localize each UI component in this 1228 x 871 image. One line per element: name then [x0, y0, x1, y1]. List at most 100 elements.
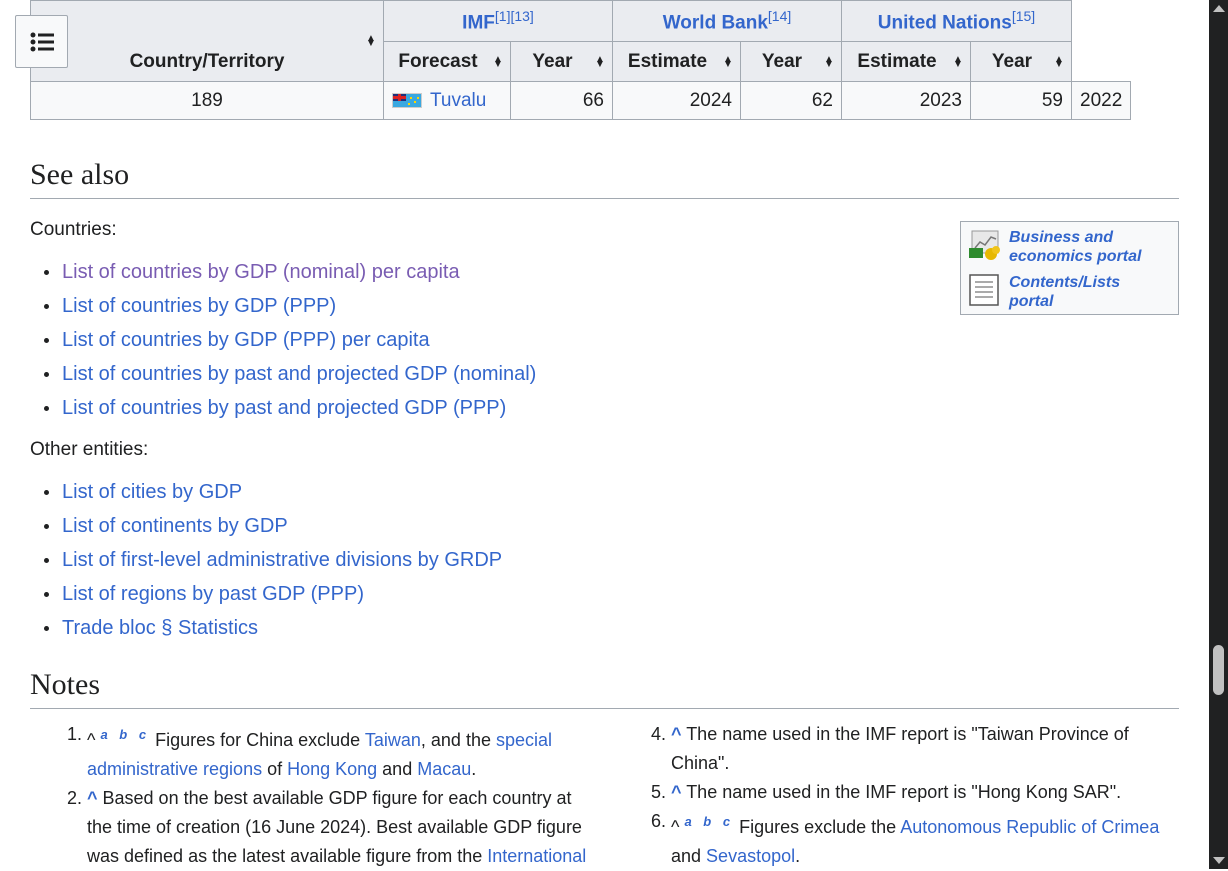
see-also-link[interactable]: List of cities by GDP: [62, 481, 242, 503]
portal-line: portal: [1009, 293, 1054, 310]
world-bank-refs[interactable]: [14]: [768, 8, 791, 24]
header-label: Estimate: [627, 50, 708, 72]
list-item: Trade bloc § Statistics: [43, 611, 502, 645]
list-item: List of countries by past and projected …: [43, 357, 536, 391]
contents-portal-item[interactable]: Contents/Lists portal: [967, 273, 1120, 311]
sort-icon[interactable]: ▲ ▼: [366, 34, 376, 49]
countries-label: Countries:: [30, 219, 117, 240]
note-backlinks[interactable]: a b c: [100, 727, 150, 742]
note-backlinks[interactable]: a b c: [684, 814, 734, 829]
scrollbar[interactable]: [1209, 0, 1228, 869]
scroll-down-arrow-icon[interactable]: [1213, 857, 1225, 864]
value-cell: 2023: [841, 81, 971, 120]
value-cell: 2024: [612, 81, 741, 120]
see-also-link[interactable]: List of countries by GDP (PPP): [62, 295, 336, 317]
scrollbar-thumb[interactable]: [1213, 645, 1224, 695]
header-label: Year: [532, 50, 573, 72]
note-text: of: [262, 759, 288, 779]
note-link[interactable]: Sevastopol: [706, 846, 795, 866]
world-bank-link[interactable]: World Bank: [663, 12, 768, 33]
header-label: Year: [991, 50, 1033, 72]
notes-list-left: 1. ^ a b c Figures for China exclude Tai…: [30, 720, 590, 871]
note-text: .: [471, 759, 477, 779]
un-estimate-header[interactable]: Estimate ▲ ▼: [841, 41, 971, 82]
sort-icon[interactable]: ▲ ▼: [953, 54, 963, 69]
tuvalu-flag-icon: [392, 92, 422, 108]
list-icon: [30, 32, 54, 51]
note-item: 6. ^ a b c Figures exclude the Autonomou…: [614, 807, 1174, 871]
list-item: List of countries by GDP (nominal) per c…: [43, 255, 536, 289]
list-item: List of countries by past and projected …: [43, 391, 536, 425]
list-item: List of countries by GDP (PPP): [43, 289, 536, 323]
country-link[interactable]: Tuvalu: [430, 90, 486, 111]
table-row: 189 Tuvalu 66 2024 62 2023 59 2022: [30, 81, 1132, 120]
united-nations-refs[interactable]: [15]: [1012, 8, 1035, 24]
portal-line: Business and: [1009, 229, 1114, 246]
see-also-link[interactable]: List of countries by past and projected …: [62, 397, 506, 419]
note-link[interactable]: Autonomous Republic of Crimea: [900, 817, 1159, 837]
un-year-header[interactable]: Year ▲ ▼: [970, 41, 1072, 82]
value-cell: 62: [740, 81, 842, 120]
see-also-link[interactable]: List of first-level administrative divis…: [62, 549, 502, 571]
note-link[interactable]: Taiwan: [365, 730, 421, 750]
value-cell: 66: [510, 81, 613, 120]
note-caret-link[interactable]: ^: [87, 788, 98, 808]
see-also-link[interactable]: List of countries by GDP (nominal) per c…: [62, 261, 460, 283]
note-link[interactable]: Hong Kong: [287, 759, 377, 779]
portal-box: Business and economics portal Contents/Li…: [960, 221, 1179, 315]
note-number: 4.: [651, 724, 667, 744]
note-text: and: [671, 846, 707, 866]
sort-icon[interactable]: ▲ ▼: [723, 54, 733, 69]
portal-line: economics portal: [1009, 248, 1142, 265]
toc-toggle-button[interactable]: [15, 15, 68, 68]
note-number: 1.: [67, 724, 83, 744]
value-cell: 2022: [1070, 81, 1132, 120]
un-group-header: United Nations[15]: [841, 0, 1072, 42]
business-portal-item[interactable]: Business and economics portal: [967, 228, 1141, 266]
note-text: and: [377, 759, 418, 779]
imf-refs[interactable]: [1][13]: [495, 8, 534, 24]
see-also-link[interactable]: List of regions by past GDP (PPP): [62, 583, 364, 605]
gdp-table: Country/Territory ▲ ▼ IMF[1][13] World Ba…: [30, 0, 1132, 120]
united-nations-link[interactable]: United Nations: [878, 12, 1012, 33]
sort-icon[interactable]: ▲ ▼: [493, 54, 503, 69]
note-item: 4. ^ The name used in the IMF report is …: [614, 720, 1174, 778]
notes-list-right: 4. ^ The name used in the IMF report is …: [614, 720, 1174, 871]
note-item: 2. ^ Based on the best available GDP fig…: [30, 784, 590, 871]
rank-cell: 189: [30, 81, 384, 120]
list-item: List of regions by past GDP (PPP): [43, 577, 502, 611]
sort-icon[interactable]: ▲ ▼: [1054, 54, 1064, 69]
see-also-link[interactable]: List of countries by past and projected …: [62, 363, 536, 385]
note-link[interactable]: International: [487, 846, 586, 866]
see-also-link[interactable]: List of continents by GDP: [62, 515, 288, 537]
wb-estimate-header[interactable]: Estimate ▲ ▼: [612, 41, 741, 82]
see-also-link[interactable]: Trade bloc § Statistics: [62, 617, 258, 639]
note-text: .: [795, 846, 801, 866]
sort-icon[interactable]: ▲ ▼: [595, 54, 605, 69]
note-text: , and the: [420, 730, 496, 750]
country-cell: Tuvalu: [383, 81, 511, 120]
other-entities-list: List of cities by GDP List of continents…: [30, 475, 502, 645]
note-item: 5. ^ The name used in the IMF report is …: [614, 778, 1174, 807]
note-caret: ^: [87, 730, 96, 750]
note-link[interactable]: Macau: [417, 759, 471, 779]
country-header-label: Country/Territory: [129, 51, 285, 72]
note-text: Figures for China exclude: [150, 730, 365, 750]
note-caret-link[interactable]: ^: [671, 782, 682, 802]
header-label: Forecast: [398, 50, 478, 72]
list-item: List of countries by GDP (PPP) per capit…: [43, 323, 536, 357]
wb-year-header[interactable]: Year ▲ ▼: [740, 41, 842, 82]
imf-link[interactable]: IMF: [462, 12, 495, 33]
note-item: 1. ^ a b c Figures for China exclude Tai…: [30, 720, 590, 784]
note-caret-link[interactable]: ^: [671, 724, 682, 744]
see-also-link[interactable]: List of countries by GDP (PPP) per capit…: [62, 329, 430, 351]
note-number: 5.: [651, 782, 667, 802]
note-text: Figures exclude the: [734, 817, 901, 837]
contents-portal-icon: [969, 274, 999, 306]
country-column-header[interactable]: Country/Territory ▲ ▼: [30, 0, 384, 82]
imf-year-header[interactable]: Year ▲ ▼: [510, 41, 613, 82]
scroll-up-arrow-icon[interactable]: [1213, 5, 1225, 12]
sort-icon[interactable]: ▲ ▼: [824, 54, 834, 69]
note-text: The name used in the IMF report is "Taiw…: [671, 724, 1129, 773]
imf-forecast-header[interactable]: Forecast ▲ ▼: [383, 41, 511, 82]
